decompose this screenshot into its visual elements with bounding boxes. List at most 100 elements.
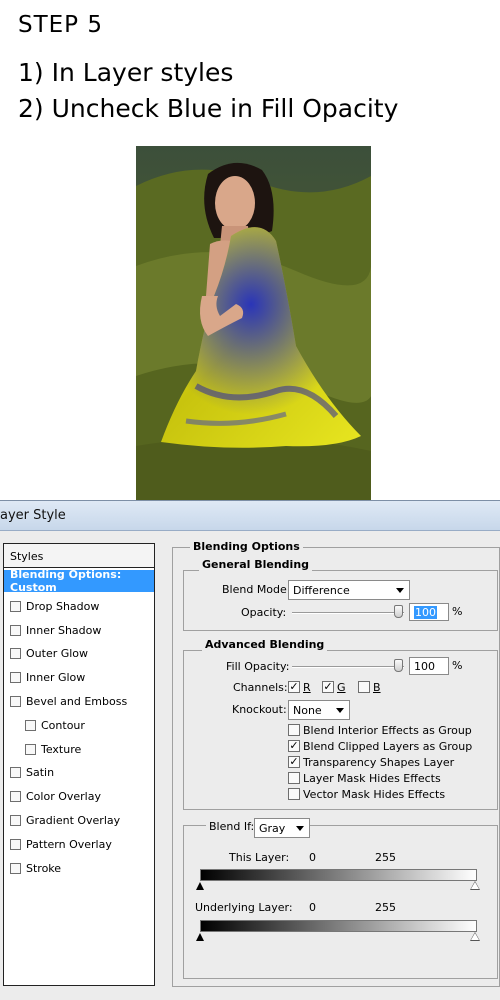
layer-style-dialog: ayer Style Styles Blending Options: Cust… [0, 500, 500, 1000]
style-checkbox[interactable] [10, 766, 21, 778]
style-inner-shadow[interactable]: Inner Shadow [4, 619, 154, 641]
blend-if-select[interactable]: Gray [254, 818, 310, 838]
opacity-value: 100 [414, 606, 437, 619]
style-label: Satin [26, 765, 55, 779]
style-label: Inner Shadow [26, 623, 102, 637]
style-inner-glow[interactable]: Inner Glow [4, 666, 154, 688]
channel-g-checkbox[interactable] [322, 681, 334, 693]
style-label: Stroke [26, 861, 62, 875]
channel-r-checkbox[interactable] [288, 681, 300, 693]
styles-header[interactable]: Styles [4, 544, 154, 568]
style-checkbox[interactable] [10, 671, 21, 683]
style-blending-options[interactable]: Blending Options: Custom [4, 568, 154, 594]
opacity-percent: % [452, 605, 463, 618]
opacity-input[interactable]: 100 [409, 603, 449, 621]
vector-mask-hides-label: Vector Mask Hides Effects [303, 788, 446, 801]
knockout-value: None [293, 704, 322, 717]
style-checkbox[interactable] [10, 600, 21, 612]
instruction-1: 1) In Layer styles [18, 58, 234, 87]
underlying-layer-gradient [200, 920, 477, 932]
style-label: Texture [41, 742, 82, 756]
style-drop-shadow[interactable]: Drop Shadow [4, 595, 154, 617]
channel-g-label: G [337, 681, 346, 694]
blend-clipped-checkbox[interactable] [288, 740, 300, 752]
style-checkbox[interactable] [25, 743, 36, 755]
style-label: Blending Options: Custom [10, 568, 122, 594]
opacity-slider-thumb[interactable] [394, 605, 403, 618]
style-checkbox[interactable] [25, 719, 36, 731]
underlying-layer-white-slider[interactable] [470, 932, 480, 941]
style-checkbox[interactable] [10, 814, 21, 826]
chevron-down-icon [396, 588, 404, 593]
style-texture[interactable]: Texture [4, 738, 154, 760]
opacity-slider[interactable] [292, 612, 404, 614]
blend-if-value: Gray [259, 822, 286, 835]
style-gradient-overlay[interactable]: Gradient Overlay [4, 809, 154, 831]
blend-mode-label: Blend Mode: [222, 583, 291, 596]
style-checkbox[interactable] [10, 647, 21, 659]
advanced-blending-title: Advanced Blending [202, 638, 328, 651]
fill-opacity-input[interactable]: 100 [409, 657, 449, 675]
layer-mask-hides-checkbox[interactable] [288, 772, 300, 784]
channel-r-label: R [303, 681, 311, 694]
style-label: Pattern Overlay [26, 837, 112, 851]
channel-b-label: B [373, 681, 381, 694]
blend-interior-label: Blend Interior Effects as Group [303, 724, 472, 737]
dialog-titlebar[interactable]: ayer Style [0, 501, 500, 531]
this-layer-gradient [200, 869, 477, 881]
blend-clipped-label: Blend Clipped Layers as Group [303, 740, 473, 753]
underlying-layer-black-slider[interactable] [196, 933, 204, 941]
style-checkbox[interactable] [10, 695, 21, 707]
fill-opacity-slider[interactable] [292, 666, 404, 668]
style-checkbox[interactable] [10, 838, 21, 850]
blend-mode-value: Difference [293, 584, 350, 597]
fill-opacity-slider-thumb[interactable] [394, 659, 403, 672]
blend-mode-select[interactable]: Difference [288, 580, 410, 600]
style-satin[interactable]: Satin [4, 761, 154, 783]
style-label: Outer Glow [26, 646, 89, 660]
style-stroke[interactable]: Stroke [4, 857, 154, 879]
vector-mask-hides-checkbox[interactable] [288, 788, 300, 800]
style-label: Contour [41, 718, 85, 732]
blending-options-title: Blending Options [190, 540, 303, 553]
channel-b-checkbox[interactable] [358, 681, 370, 693]
fill-opacity-percent: % [452, 659, 463, 672]
transparency-shapes-checkbox[interactable] [288, 756, 300, 768]
style-checkbox[interactable] [10, 862, 21, 874]
this-layer-label: This Layer: [229, 851, 290, 864]
knockout-select[interactable]: None [288, 700, 350, 720]
style-label: Color Overlay [26, 789, 101, 803]
style-contour[interactable]: Contour [4, 714, 154, 736]
this-layer-max: 255 [375, 851, 396, 864]
general-blending-title: General Blending [199, 558, 313, 571]
style-checkbox[interactable] [10, 790, 21, 802]
style-color-overlay[interactable]: Color Overlay [4, 785, 154, 807]
style-label: Gradient Overlay [26, 813, 121, 827]
this-layer-min: 0 [309, 851, 316, 864]
layer-mask-hides-label: Layer Mask Hides Effects [303, 772, 441, 785]
this-layer-white-slider[interactable] [470, 881, 480, 890]
transparency-shapes-label: Transparency Shapes Layer [303, 756, 455, 769]
style-checkbox[interactable] [10, 624, 21, 636]
blend-interior-checkbox[interactable] [288, 724, 300, 736]
fill-opacity-label: Fill Opacity: [226, 660, 290, 673]
underlying-layer-label: Underlying Layer: [195, 901, 293, 914]
channels-label: Channels: [233, 681, 288, 694]
style-outer-glow[interactable]: Outer Glow [4, 642, 154, 664]
style-bevel-emboss[interactable]: Bevel and Emboss [4, 690, 154, 712]
styles-panel: Styles Blending Options: Custom Drop Sha… [3, 543, 155, 986]
this-layer-black-slider[interactable] [196, 882, 204, 890]
style-label: Bevel and Emboss [26, 694, 128, 708]
chevron-down-icon [336, 708, 344, 713]
opacity-label: Opacity: [241, 606, 287, 619]
blend-if-label: Blend If: [206, 820, 258, 833]
underlying-layer-max: 255 [375, 901, 396, 914]
knockout-label: Knockout: [232, 703, 287, 716]
chevron-down-icon [296, 826, 304, 831]
underlying-layer-min: 0 [309, 901, 316, 914]
fill-opacity-value: 100 [414, 660, 435, 673]
instruction-2: 2) Uncheck Blue in Fill Opacity [18, 94, 399, 123]
step-title: STEP 5 [18, 12, 103, 38]
style-label: Drop Shadow [26, 599, 100, 613]
style-pattern-overlay[interactable]: Pattern Overlay [4, 833, 154, 855]
